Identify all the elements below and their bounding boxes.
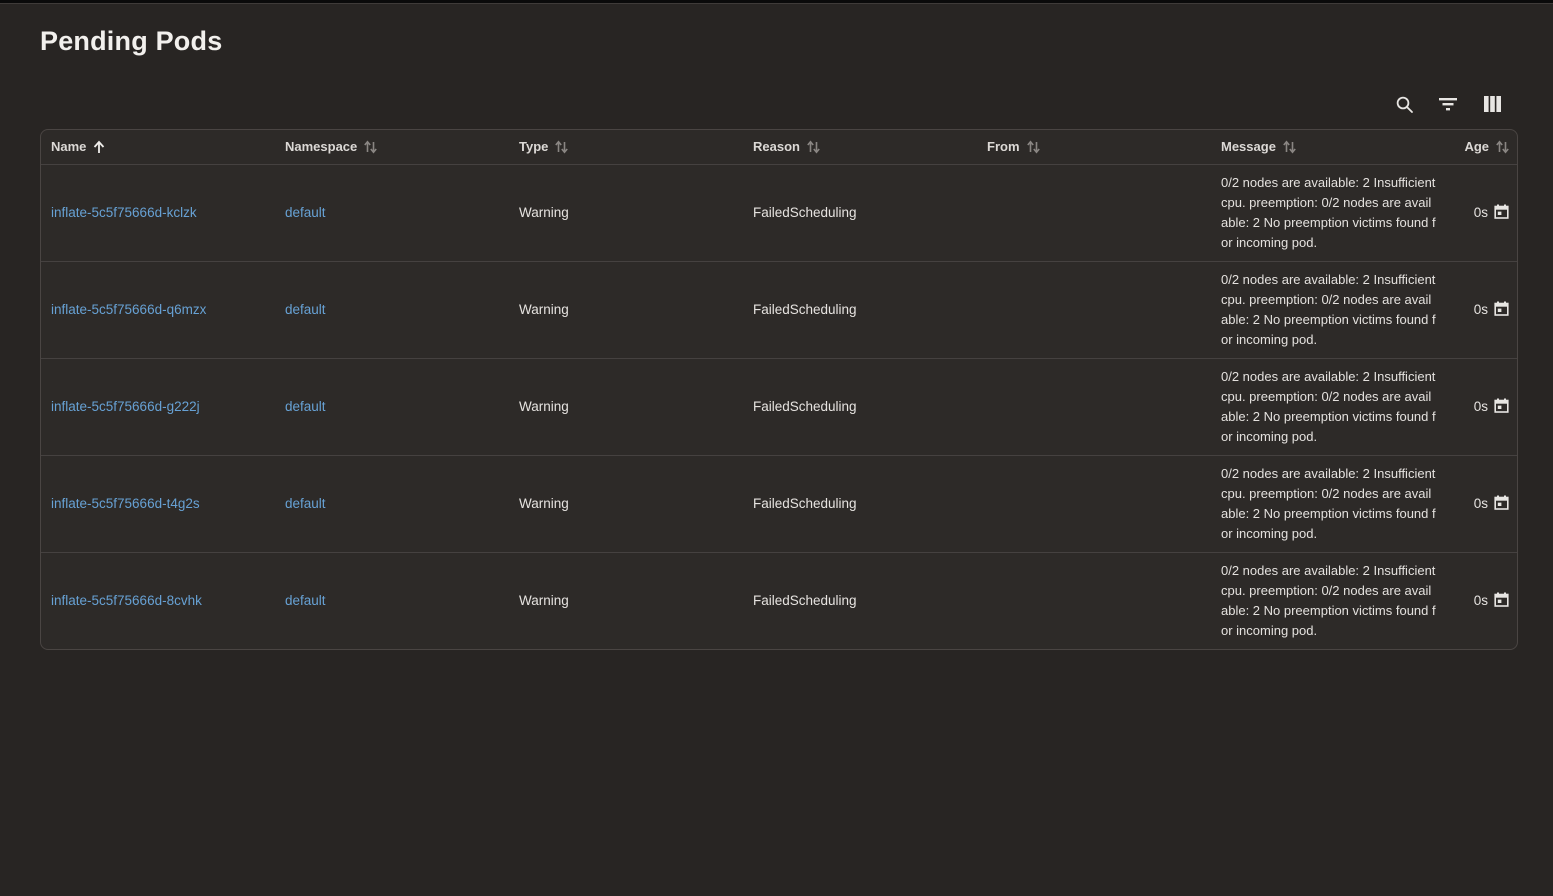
- age-value: 0s: [1474, 205, 1488, 220]
- sort-toggle-icon: [555, 140, 568, 154]
- type-value: Warning: [519, 593, 569, 608]
- columns-icon: [1483, 95, 1502, 113]
- table-row: inflate-5c5f75666d-8cvhk default Warning…: [41, 552, 1518, 649]
- message-value: 0/2 nodes are available: 2 Insufficient …: [1221, 272, 1436, 347]
- type-value: Warning: [519, 399, 569, 414]
- table-row: inflate-5c5f75666d-g222j default Warning…: [41, 358, 1518, 455]
- calendar-icon: [1494, 592, 1509, 610]
- pod-name-link[interactable]: inflate-5c5f75666d-q6mzx: [51, 302, 206, 317]
- search-button[interactable]: [1393, 93, 1415, 115]
- column-header-label: Message: [1221, 139, 1276, 154]
- sort-toggle-icon: [364, 140, 377, 154]
- pending-pods-card: Name Namespace: [40, 129, 1518, 650]
- sort-toggle-icon: [807, 140, 820, 154]
- sort-ascending-icon: [93, 140, 105, 154]
- namespace-link[interactable]: default: [285, 399, 326, 414]
- column-header-label: Type: [519, 139, 548, 154]
- reason-value: FailedScheduling: [753, 593, 857, 608]
- column-header-reason[interactable]: Reason: [743, 130, 977, 164]
- columns-button[interactable]: [1481, 93, 1503, 115]
- filter-icon: [1438, 96, 1458, 112]
- pod-name-link[interactable]: inflate-5c5f75666d-kclzk: [51, 205, 197, 220]
- pod-name-link[interactable]: inflate-5c5f75666d-t4g2s: [51, 496, 200, 511]
- namespace-link[interactable]: default: [285, 205, 326, 220]
- column-header-label: Age: [1464, 139, 1489, 154]
- column-header-type[interactable]: Type: [509, 130, 743, 164]
- namespace-link[interactable]: default: [285, 593, 326, 608]
- type-value: Warning: [519, 205, 569, 220]
- table-header-row: Name Namespace: [41, 130, 1518, 164]
- column-header-label: Name: [51, 139, 86, 154]
- reason-value: FailedScheduling: [753, 302, 857, 317]
- table-toolbar: [0, 93, 1503, 115]
- reason-value: FailedScheduling: [753, 496, 857, 511]
- column-header-label: Reason: [753, 139, 800, 154]
- message-value: 0/2 nodes are available: 2 Insufficient …: [1221, 175, 1436, 250]
- window-top-strip: [0, 0, 1553, 4]
- reason-value: FailedScheduling: [753, 205, 857, 220]
- message-value: 0/2 nodes are available: 2 Insufficient …: [1221, 563, 1436, 638]
- age-value: 0s: [1474, 302, 1488, 317]
- pod-name-link[interactable]: inflate-5c5f75666d-8cvhk: [51, 593, 202, 608]
- pod-name-link[interactable]: inflate-5c5f75666d-g222j: [51, 399, 200, 414]
- sort-toggle-icon: [1283, 140, 1296, 154]
- sort-toggle-icon: [1496, 140, 1509, 154]
- calendar-icon: [1494, 204, 1509, 222]
- calendar-icon: [1494, 398, 1509, 416]
- column-header-name[interactable]: Name: [41, 130, 275, 164]
- calendar-icon: [1494, 495, 1509, 513]
- age-value: 0s: [1474, 593, 1488, 608]
- calendar-icon: [1494, 301, 1509, 319]
- page-title: Pending Pods: [40, 26, 1553, 57]
- column-header-label: From: [987, 139, 1020, 154]
- table-row: inflate-5c5f75666d-kclzk default Warning…: [41, 164, 1518, 261]
- message-value: 0/2 nodes are available: 2 Insufficient …: [1221, 369, 1436, 444]
- sort-toggle-icon: [1027, 140, 1040, 154]
- pending-pods-table: Name Namespace: [41, 130, 1518, 649]
- type-value: Warning: [519, 496, 569, 511]
- column-header-message[interactable]: Message: [1211, 130, 1443, 164]
- namespace-link[interactable]: default: [285, 496, 326, 511]
- message-value: 0/2 nodes are available: 2 Insufficient …: [1221, 466, 1436, 541]
- age-value: 0s: [1474, 496, 1488, 511]
- column-header-label: Namespace: [285, 139, 357, 154]
- reason-value: FailedScheduling: [753, 399, 857, 414]
- age-value: 0s: [1474, 399, 1488, 414]
- column-header-from[interactable]: From: [977, 130, 1211, 164]
- table-body: inflate-5c5f75666d-kclzk default Warning…: [41, 164, 1518, 649]
- namespace-link[interactable]: default: [285, 302, 326, 317]
- search-icon: [1395, 95, 1414, 114]
- filter-button[interactable]: [1437, 93, 1459, 115]
- table-row: inflate-5c5f75666d-t4g2s default Warning…: [41, 455, 1518, 552]
- type-value: Warning: [519, 302, 569, 317]
- column-header-namespace[interactable]: Namespace: [275, 130, 509, 164]
- table-row: inflate-5c5f75666d-q6mzx default Warning…: [41, 261, 1518, 358]
- column-header-age[interactable]: Age: [1443, 130, 1518, 164]
